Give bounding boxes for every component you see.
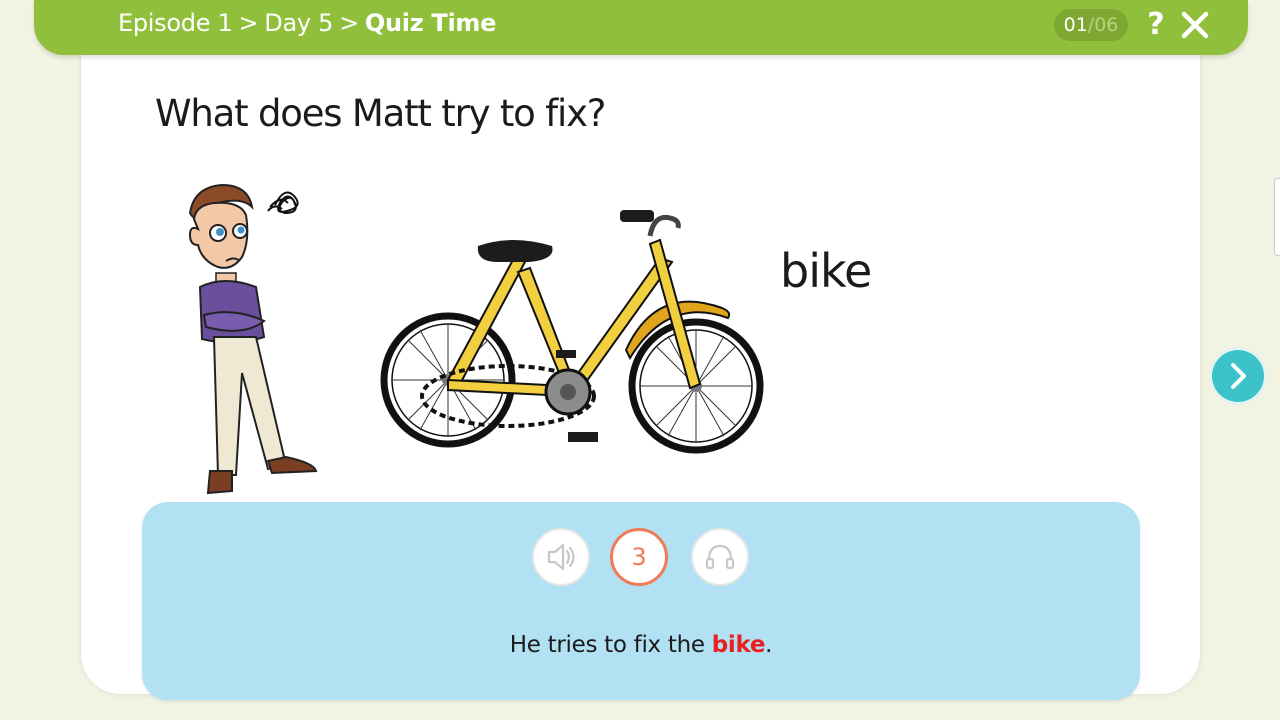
counter-current: 01 [1063, 14, 1088, 36]
sentence-prefix: He tries to fix the [509, 632, 712, 658]
answer-word: bike [780, 244, 872, 298]
count-button[interactable]: 3 [610, 528, 668, 586]
help-icon[interactable]: ? [1142, 6, 1170, 44]
breadcrumb-separator: > [238, 9, 259, 37]
breadcrumb: Episode 1 > Day 5 > Quiz Time [118, 9, 496, 37]
speaker-button[interactable] [532, 528, 590, 586]
breadcrumb-current: Quiz Time [364, 9, 497, 37]
question-text: What does Matt try to fix? [155, 92, 606, 135]
sentence-suffix: . [765, 632, 773, 658]
listen-button[interactable] [691, 528, 749, 586]
chevron-right-icon [1231, 363, 1246, 389]
sentence-highlight: bike [711, 632, 766, 658]
header-bar: Episode 1 > Day 5 > Quiz Time 01/06 ? [34, 0, 1248, 55]
headphones-icon [705, 544, 735, 570]
close-icon[interactable] [1180, 10, 1210, 40]
question-counter: 01/06 [1054, 9, 1128, 41]
answer-sentence: He tries to fix the bike. [142, 632, 1140, 658]
count-value: 3 [631, 543, 647, 571]
speaker-icon [547, 543, 575, 571]
side-tab[interactable] [1274, 178, 1280, 256]
breadcrumb-episode: Episode 1 [118, 9, 233, 37]
matt-illustration [188, 183, 318, 495]
thought-scribble [267, 191, 299, 215]
next-button[interactable] [1210, 348, 1266, 404]
breadcrumb-day: Day 5 [264, 9, 334, 37]
bike-illustration [380, 210, 764, 454]
breadcrumb-separator: > [339, 9, 359, 37]
counter-total: 06 [1094, 14, 1119, 36]
